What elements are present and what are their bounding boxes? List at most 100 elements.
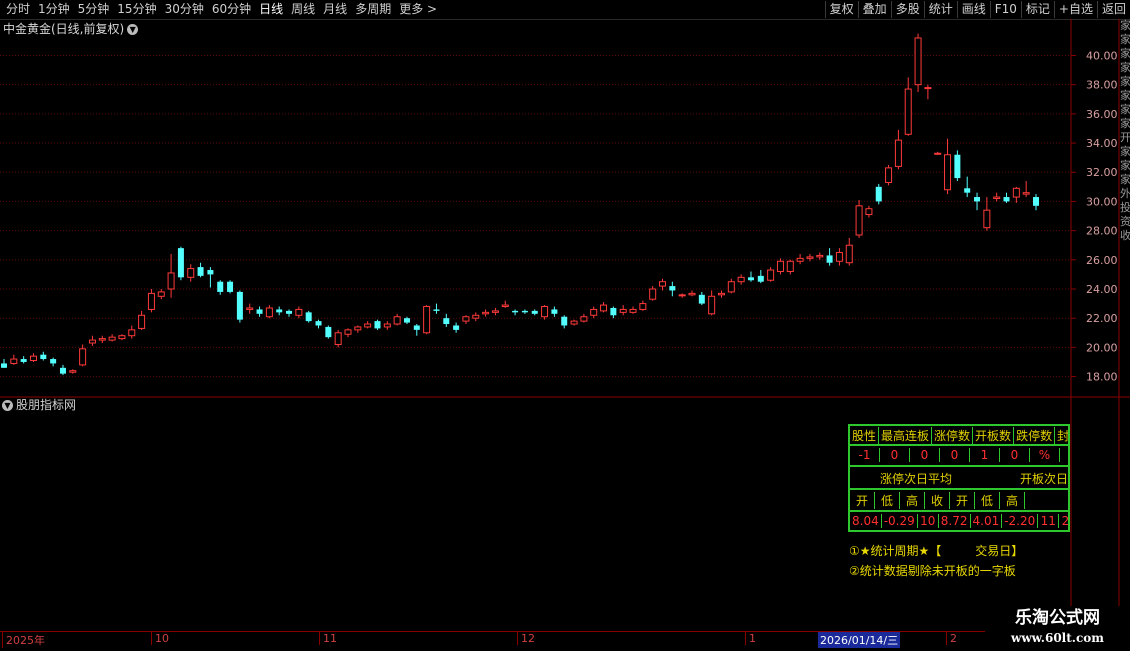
candle-body [40,354,47,360]
sub-panel-title: ▼ 股朋指标网 [2,397,76,413]
period-tab-7[interactable]: 周线 [287,1,319,18]
candle-body [29,355,37,362]
table-cell: 开 [850,492,875,509]
period-tab-4[interactable]: 30分钟 [161,1,208,18]
candle-body [993,196,1001,200]
table-cell: 4.01 [971,514,1003,528]
candle-body [1022,192,1030,195]
watermark: 乐淘公式网 www.60lt.com [985,606,1130,650]
table-cell: % [1030,448,1060,462]
right-side-panel[interactable]: 家家家家家家家家开家家家外投资收 [1120,19,1130,631]
candle-body [924,87,932,90]
candle-body [98,338,106,341]
candle-body [315,321,322,326]
price-tick-label: 40.00 [1086,49,1118,62]
toolbar-button-6[interactable]: 标记 [1020,1,1054,18]
watermark-url: www.60lt.com [1011,631,1104,645]
period-tab-2[interactable]: 5分钟 [74,1,114,18]
candle-body [649,288,657,300]
chevron-down-icon[interactable]: ▼ [2,400,13,411]
date-label: 2025年 [2,632,45,648]
chart-title-text: 中金黄金(日线,前复权) [3,22,125,36]
period-tab-0[interactable]: 分时 [2,1,34,18]
candle-body [491,310,499,313]
table-cell: -0.29 [882,514,918,528]
candle-body [717,292,725,296]
candle-body [541,306,549,318]
table-cell: 0 [940,448,970,462]
period-tab-9[interactable]: 多周期 [351,1,395,18]
toolbar-button-1[interactable]: 叠加 [857,1,891,18]
candle-body [983,209,991,229]
candle-body [1012,187,1020,198]
chevron-down-icon[interactable]: ▼ [127,24,139,35]
table-cell: 8.72 [939,514,971,528]
candle-body [413,325,420,330]
table-divider [850,510,1068,512]
date-label: 10 [151,632,169,645]
candle-body [914,37,922,86]
toolbar-button-5[interactable]: F10 [989,1,1021,18]
table-cell: 高 [1000,492,1025,509]
table-cell: 封 [1055,427,1068,444]
candle-body [894,139,902,167]
candle-body [256,309,263,314]
candle-body [826,255,833,263]
price-tick-label: 28.00 [1086,225,1118,238]
candle-body [276,309,283,313]
stats-table: 股性 最高连板 涨停数 开板数 跌停数封 -1 0 0 0 1 0% 涨停次日平均 开板次日 开低… [848,424,1070,532]
period-tab-10[interactable]: 更多 > [395,1,441,18]
candle-body [443,318,450,325]
period-tab-1[interactable]: 1分钟 [34,1,74,18]
price-tick-label: 32.00 [1086,166,1118,179]
candle-body [747,277,754,281]
period-tab-8[interactable]: 月线 [319,1,351,18]
stats-value-row: -1 0 0 0 1 0% [850,448,1060,462]
table-divider [850,465,1068,467]
candle-body [855,205,863,236]
candle-body [885,167,893,183]
price-tick-label: 26.00 [1086,254,1118,267]
candle-body [1033,197,1039,206]
candle-body [501,304,509,308]
candle-body [727,281,735,293]
toolbar-button-8[interactable]: 返回 [1096,1,1130,18]
price-tick-label: 22.00 [1086,312,1118,325]
toolbar-button-4[interactable]: 画线 [956,1,990,18]
candle-body [197,267,204,276]
toolbar-button-2[interactable]: 多股 [890,1,924,18]
period-tab-5[interactable]: 60分钟 [208,1,255,18]
main-chart: 40.00 38.00 36.00 34.00 32.00 30.00 28.00 26.00… [0,19,1130,631]
candle-body [835,252,843,262]
note-period-days: 交易日】 [975,544,1024,558]
candle-body [551,309,558,314]
toolbar-button-0[interactable]: 复权 [824,1,858,18]
candle-body [610,307,617,316]
price-tick-label: 20.00 [1086,341,1118,354]
table-cell: 0 [880,448,910,462]
candle-body [236,291,243,320]
candle-body [59,367,66,374]
table-cell: 23 [1059,514,1068,528]
date-label: 12 [517,632,535,645]
period-tab-3[interactable]: 15分钟 [113,1,160,18]
note-exclusion: ②统计数据剔除未开板的一字板 [849,564,1016,578]
candle-body [433,309,440,311]
toolbar-button-3[interactable]: 统计 [923,1,957,18]
candle-body [698,294,705,304]
table-cell: 11 [1038,514,1060,528]
candle-body [393,316,401,325]
period-tab-6[interactable]: 日线 [255,1,287,18]
table-cell: 0 [910,448,940,462]
table-cell: 收 [925,492,950,509]
toolbar-button-7[interactable]: +自选 [1053,1,1097,18]
candle-body [845,244,853,264]
date-label: 11 [319,632,337,645]
candle-body [904,88,912,135]
date-axis: 2025年 10 11 12 1 2 2026/01/14/三 [0,631,1072,651]
table-cell: 最高连板 [879,427,933,444]
candle-body [147,292,155,310]
candle-body [383,323,391,328]
candle-body [128,329,136,337]
candle-body [708,295,716,315]
